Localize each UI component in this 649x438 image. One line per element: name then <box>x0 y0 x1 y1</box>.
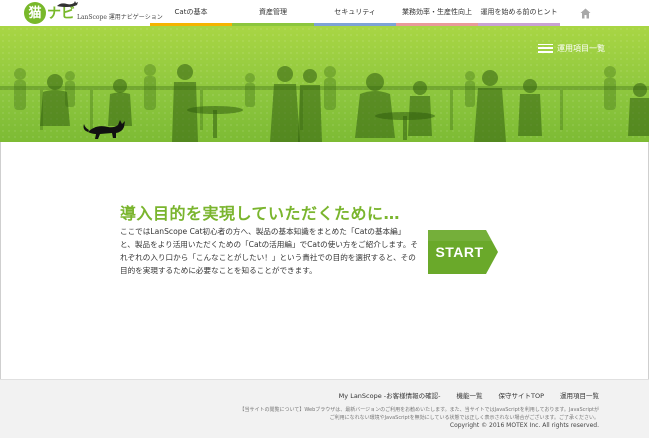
menu-list-link[interactable]: 運用項目一覧 <box>538 42 605 54</box>
site-logo[interactable]: 猫 ナビ LanScope 運用ナビゲーション <box>24 2 163 24</box>
nav-item-asset-management[interactable]: 資産管理 <box>232 0 314 26</box>
site-header: 猫 ナビ LanScope 運用ナビゲーション Catの基本 資産管理 セキュリ… <box>0 0 649 26</box>
footer-links: My LanScope -お客様情報の確認- 機能一覧 保守サイトTOP 運用項… <box>339 390 599 400</box>
hero-banner: 運用項目一覧 <box>0 26 649 142</box>
footer-link-operation-list[interactable]: 運用項目一覧 <box>560 390 599 400</box>
nav-item-cat-basics[interactable]: Catの基本 <box>150 0 232 26</box>
menu-list-label: 運用項目一覧 <box>557 43 605 53</box>
hamburger-icon <box>538 43 553 53</box>
main-nav: Catの基本 資産管理 セキュリティ 業務効率・生産性向上 運用を始める前のヒン… <box>150 0 560 26</box>
footer-link-features[interactable]: 機能一覧 <box>456 390 482 400</box>
intro-text: ここではLanScope Cat初心者の方へ、製品の基本知識をまとめた「Catの… <box>120 227 419 275</box>
logo-cat-icon <box>57 1 78 7</box>
footer-link-my-lanscope[interactable]: My LanScope -お客様情報の確認- <box>339 390 441 400</box>
footer-link-support-top[interactable]: 保守サイトTOP <box>498 390 544 400</box>
site-footer: My LanScope -お客様情報の確認- 機能一覧 保守サイトTOP 運用項… <box>0 379 649 438</box>
start-button[interactable]: START <box>428 230 498 274</box>
copyright: Copyright © 2016 MOTEX Inc. All rights r… <box>449 422 599 429</box>
start-button-label: START <box>435 244 484 260</box>
page-title: 導入目的を実現していただくために… <box>120 204 401 223</box>
nav-item-security[interactable]: セキュリティ <box>314 0 396 26</box>
logo-mark: 猫 <box>24 2 46 24</box>
nav-item-efficiency[interactable]: 業務効率・生産性向上 <box>396 0 478 26</box>
footer-browser-note: 【当サイトの閲覧について】Webブラウザは、最新バージョンのご利用をお勧めいたし… <box>239 407 600 421</box>
nav-item-hints[interactable]: 運用を始める前のヒント <box>478 0 560 26</box>
home-icon[interactable] <box>580 8 591 19</box>
